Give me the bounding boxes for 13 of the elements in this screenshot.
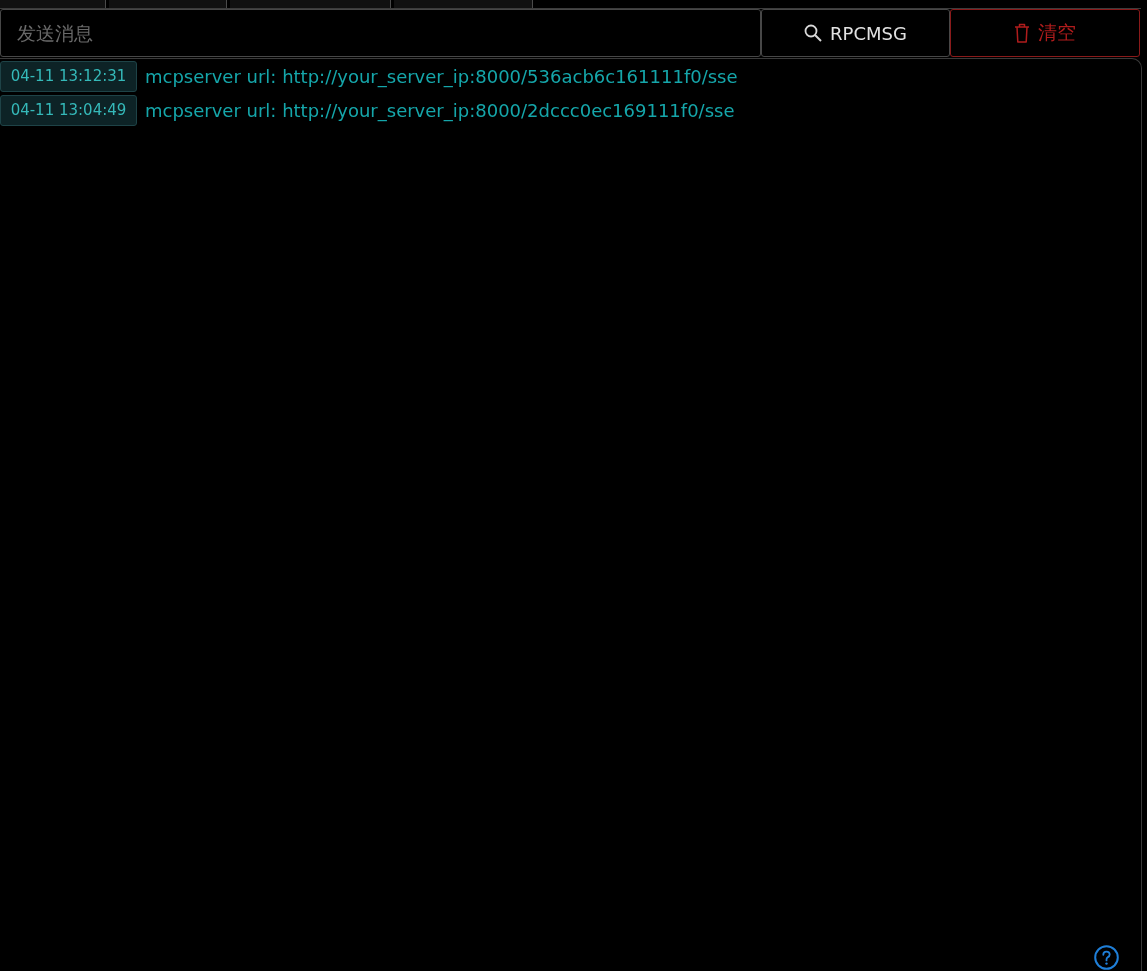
help-icon[interactable]: [1094, 945, 1119, 970]
search-icon: [804, 24, 823, 42]
tab[interactable]: [394, 0, 533, 8]
trash-icon: [1014, 23, 1030, 43]
log-message: mcpserver url: http://your_server_ip:8000/2dccc0ec169111f0/sse: [145, 99, 735, 121]
timestamp-badge: 04-11 13:12:31: [0, 60, 137, 92]
timestamp-badge: 04-11 13:04:49: [0, 94, 137, 126]
rpcmsg-button[interactable]: RPCMSG: [761, 9, 950, 57]
message-input[interactable]: 发送消息: [0, 9, 761, 57]
tab[interactable]: [0, 0, 106, 8]
tab[interactable]: [109, 0, 227, 8]
tab[interactable]: [230, 0, 391, 8]
log-message: mcpserver url: http://your_server_ip:8000/536acb6c161111f0/sse: [145, 65, 738, 87]
